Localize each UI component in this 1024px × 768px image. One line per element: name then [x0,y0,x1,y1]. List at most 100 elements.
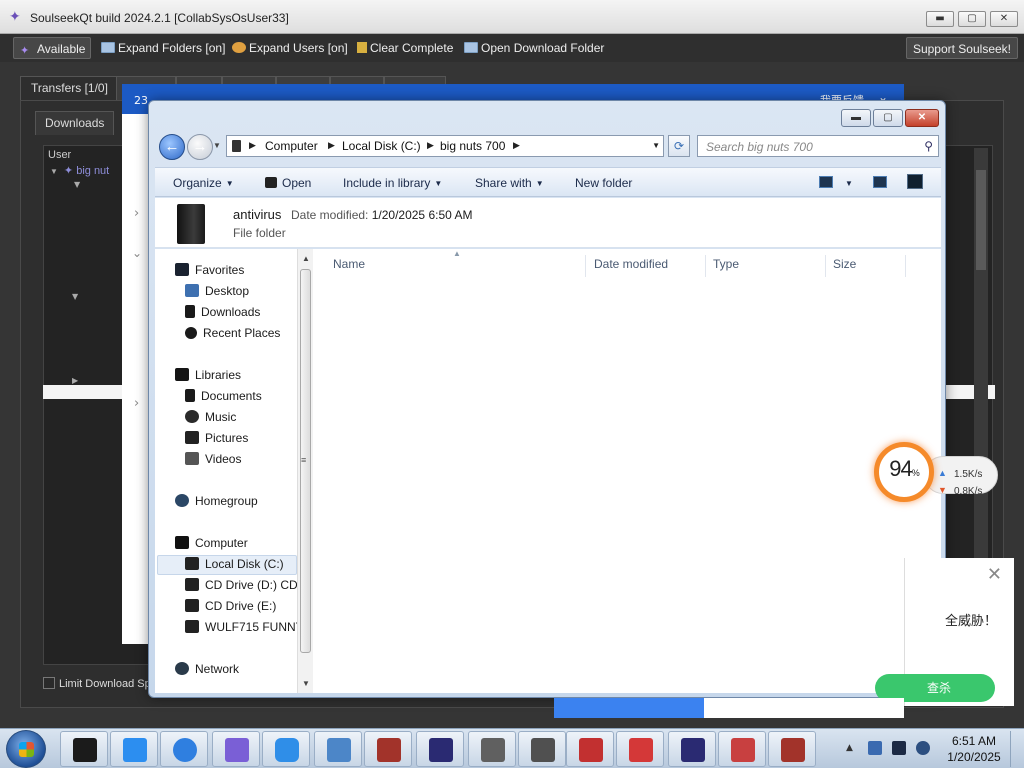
nav-cd-drive-d[interactable]: CD Drive (D:) CDI [185,578,297,592]
close-icon[interactable]: ✕ [987,564,1002,585]
nav-favorites[interactable]: Favorites [175,263,244,277]
nav-local-disk-c[interactable]: Local Disk (C:) [185,557,284,571]
clear-complete-button[interactable]: Clear Complete [351,37,459,59]
column-divider[interactable] [585,255,586,277]
recent-pages-dropdown-icon[interactable]: ▼ [213,141,221,150]
include-in-library-button[interactable]: Include in library ▼ [343,176,442,190]
breadcrumb-separator-icon[interactable]: ▶ [427,140,434,151]
address-dropdown-icon[interactable]: ▼ [652,141,660,150]
navigation-scrollbar[interactable]: ▲ ≡ ▼ [297,249,313,693]
close-button[interactable]: ✕ [990,11,1018,27]
taskbar-app-drive[interactable] [60,731,108,767]
taskbar-app-ie[interactable] [160,731,208,767]
nav-libraries[interactable]: Libraries [175,368,241,382]
network-tray-icon[interactable] [892,741,906,755]
tab-transfers[interactable]: Transfers [1/0] [20,76,119,100]
start-button[interactable] [6,730,46,768]
nav-cd-drive-e[interactable]: CD Drive (E:) [185,599,276,613]
taskbar-app-window-2[interactable] [668,731,716,767]
share-with-button[interactable]: Share with ▼ [475,176,544,190]
nav-computer[interactable]: Computer [175,536,248,550]
change-view-icon[interactable] [819,176,833,188]
help-icon[interactable] [907,174,923,189]
column-header-type[interactable]: Type [713,257,739,275]
column-divider[interactable] [825,255,826,277]
open-download-folder-button[interactable]: Open Download Folder [458,37,610,59]
open-button[interactable]: Open [265,176,311,190]
soulseek-title-bar[interactable]: ✦ SoulseekQt build 2024.2.1 [CollabSysOs… [0,0,1024,34]
nav-desktop[interactable]: Desktop [185,284,249,298]
chevron-down-icon[interactable]: ⌄ [132,246,142,260]
taskbar-app-shield[interactable] [262,731,310,767]
column-user-header[interactable]: User [48,149,71,161]
scroll-down-icon[interactable]: ▼ [302,679,310,688]
breadcrumb-separator-icon[interactable]: ▶ [249,140,256,151]
column-header-name[interactable]: Name [333,257,365,275]
limit-download-checkbox[interactable] [43,677,55,689]
available-status-button[interactable]: ✦ Available [13,37,91,59]
nav-music[interactable]: Music [185,410,236,424]
taskbar-app-floppy[interactable] [616,731,664,767]
nav-homegroup[interactable]: Homegroup [175,494,258,508]
nav-pictures[interactable]: Pictures [185,431,248,445]
search-input[interactable]: Search big nuts 700 ⚲ [697,135,939,157]
expand-triangle-icon[interactable]: ▼ [50,167,58,176]
breadcrumb-big-nuts-700[interactable]: big nuts 700 [440,139,505,153]
collapse-triangle-icon[interactable]: ▶ [72,376,78,385]
show-hidden-icons-icon[interactable]: ▲ [846,743,853,753]
limit-download-speed[interactable]: Limit Download Sp [43,677,151,690]
explorer-maximize-button[interactable]: ▢ [873,109,903,127]
organize-button[interactable]: Organize ▼ [173,176,234,190]
breadcrumb-separator-icon[interactable]: ▶ [513,140,520,151]
nav-recent-places[interactable]: Recent Places [185,326,280,340]
minimize-button[interactable]: ▬ [926,11,954,27]
volume-tray-icon[interactable] [916,741,930,755]
column-header-size[interactable]: Size [833,257,856,275]
expand-users-button[interactable]: Expand Users [on] [226,37,354,59]
subtab-downloads[interactable]: Downloads [35,111,115,135]
back-button[interactable]: ← [159,134,185,160]
column-header-date-modified[interactable]: Date modified [594,257,668,275]
maximize-button[interactable]: ▢ [958,11,986,27]
taskbar-app-window[interactable] [416,731,464,767]
scrollbar-thumb[interactable] [976,170,986,270]
view-options-dropdown[interactable]: ▼ [841,176,853,190]
taskbar-app-installer[interactable] [468,731,516,767]
download-user-row[interactable]: ▼ ✦ big nut [50,164,109,177]
taskbar-app-installer-2[interactable] [518,731,566,767]
file-list[interactable]: Name ▲ Date modified Type Size [313,249,941,693]
expand-triangle-icon[interactable]: ▼ [74,180,80,189]
new-folder-button[interactable]: New folder [575,176,632,190]
taskbar-app-rocket[interactable] [212,731,260,767]
nav-downloads[interactable]: Downloads [185,305,260,319]
column-divider[interactable] [705,255,706,277]
show-desktop-button[interactable] [1010,731,1022,767]
expand-folders-button[interactable]: Expand Folders [on] [95,37,231,59]
breadcrumb-local-disk[interactable]: Local Disk (C:) [342,139,421,153]
taskbar-app-box[interactable] [314,731,362,767]
support-soulseek-button[interactable]: Support Soulseek! [905,37,1018,59]
column-divider[interactable] [905,255,906,277]
nav-network[interactable]: Network [175,662,239,676]
tray-app-icon[interactable] [868,741,882,755]
breadcrumb-separator-icon[interactable]: ▶ [328,140,335,151]
taskbar-app-winrar-2[interactable] [768,731,816,767]
nav-wulf715-funny[interactable]: WULF715 FUNNY [185,620,297,634]
chevron-right-icon[interactable]: › [134,206,139,221]
explorer-close-button[interactable]: ✕ [905,109,939,127]
taskbar-app-chinese[interactable] [566,731,614,767]
explorer-minimize-button[interactable]: ▬ [841,109,871,127]
refresh-button[interactable]: ⟳ [668,135,690,157]
search-icon[interactable]: ⚲ [924,139,933,153]
forward-button[interactable]: → [187,134,213,160]
preview-pane-icon[interactable] [873,176,887,188]
network-speed-widget[interactable]: 94% ▲ 1.5K/s ▼ 0.8K/s [872,440,1000,506]
breadcrumb-computer[interactable]: Computer [265,139,318,153]
nav-videos[interactable]: Videos [185,452,241,466]
chevron-right-icon[interactable]: › [134,396,139,411]
expand-triangle-icon[interactable]: ▼ [72,292,78,301]
taskbar-app-tools[interactable] [718,731,766,767]
memory-usage-ring[interactable]: 94% [874,442,934,502]
nav-documents[interactable]: Documents [185,389,262,403]
taskbar-clock[interactable]: 6:51 AM 1/20/2025 [944,733,1004,765]
